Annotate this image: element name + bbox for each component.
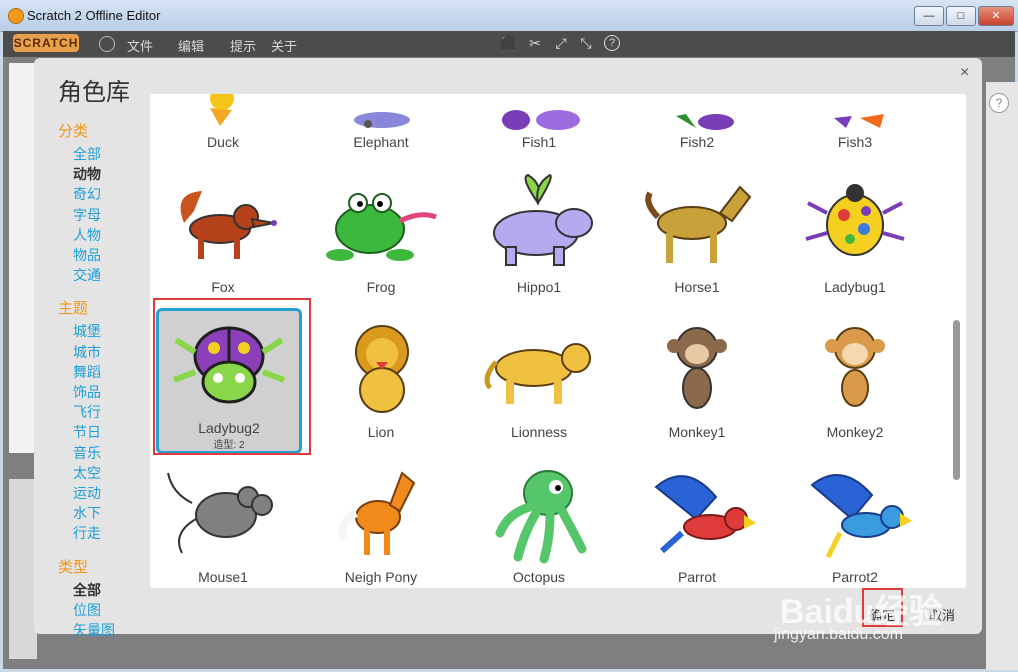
fox-icon xyxy=(180,191,277,259)
sprite-grid-scrollbar[interactable] xyxy=(953,320,960,480)
sprite-name: Fish2 xyxy=(679,134,715,150)
horse-icon xyxy=(645,185,752,263)
sprite-name: Ladybug1 xyxy=(824,279,886,295)
sprite-name: Lion xyxy=(367,424,395,440)
sprite-name: Fish3 xyxy=(837,134,873,150)
sprite-tile-fish1[interactable]: Fish1 xyxy=(466,94,612,170)
maximize-button[interactable]: □ xyxy=(946,6,976,26)
baidu-watermark-url: jingyan.baidu.com xyxy=(774,626,903,643)
sprite-name: Horse1 xyxy=(674,279,720,295)
sprite-tile-ladybug1[interactable]: Ladybug1 xyxy=(782,169,928,315)
sprite-tile-lionness[interactable]: Lionness xyxy=(466,314,612,460)
lion-icon xyxy=(355,325,409,413)
sprite-name: Elephant xyxy=(353,134,409,150)
duplicate-stamp-icon[interactable]: ⬛ xyxy=(500,35,517,51)
sprite-name: Mouse1 xyxy=(198,569,248,585)
window-title: Scratch 2 Offline Editor xyxy=(27,8,161,23)
sprite-tile-fish3[interactable]: Fish3 xyxy=(782,94,928,170)
elephant-icon xyxy=(354,112,410,128)
sprite-panel xyxy=(9,479,37,659)
hippo-icon xyxy=(493,173,593,266)
sprite-tile-monkey2[interactable]: Monkey2 xyxy=(782,314,928,460)
duck-icon xyxy=(210,94,234,126)
filter-type-vector[interactable]: 矢量图 xyxy=(58,620,168,640)
sprite-tile-parrot2[interactable]: Parrot2 xyxy=(782,459,928,588)
menu-about[interactable]: 关于 xyxy=(271,36,297,55)
ladybug-icon xyxy=(805,184,905,256)
sprite-name: Octopus xyxy=(512,569,566,585)
sprite-tile-lion[interactable]: Lion xyxy=(308,314,454,460)
help-icon[interactable]: ? xyxy=(604,35,620,51)
sprite-tile-horse1[interactable]: Horse1 xyxy=(624,169,770,315)
sprite-name: Hippo1 xyxy=(516,279,562,295)
sprite-name: Parrot xyxy=(677,569,717,585)
mouse-icon xyxy=(167,472,273,554)
help-circle-icon[interactable]: ? xyxy=(989,93,1009,113)
monkey-icon xyxy=(825,327,885,407)
sprite-tile-parrot[interactable]: Parrot xyxy=(624,459,770,588)
frog-icon xyxy=(326,193,437,261)
parrot-icon xyxy=(810,474,912,559)
fish-icon xyxy=(676,114,734,130)
window-titlebar: Scratch 2 Offline Editor — □ ✕ xyxy=(0,0,1018,32)
dialog-close-button[interactable]: × xyxy=(960,64,969,82)
scratch-logo[interactable]: SCRATCH xyxy=(13,34,79,52)
minimize-button[interactable]: — xyxy=(914,6,944,26)
sprite-name: Lionness xyxy=(510,424,568,440)
menu-tips[interactable]: 提示 xyxy=(230,36,256,55)
sprite-tile-fish2[interactable]: Fish2 xyxy=(624,94,770,170)
monkey-icon xyxy=(667,327,727,409)
sprite-name: Neigh Pony xyxy=(344,569,418,585)
shrink-icon[interactable]: ⤡ xyxy=(578,35,594,51)
menu-edit[interactable]: 编辑 xyxy=(178,36,204,55)
scratch-cat-icon xyxy=(8,8,24,24)
stage-area xyxy=(9,63,37,453)
fish-icon xyxy=(834,114,884,128)
sprite-tile-octopus[interactable]: Octopus xyxy=(466,459,612,588)
globe-icon[interactable] xyxy=(99,36,115,52)
sprite-name: Duck xyxy=(207,134,239,150)
sprite-tile-neigh-pony[interactable]: Neigh Pony xyxy=(308,459,454,588)
sprite-name: Monkey2 xyxy=(826,424,884,440)
sprite-name: Fish1 xyxy=(521,134,557,150)
sprite-name: Fox xyxy=(211,279,235,295)
octopus-icon xyxy=(495,470,587,564)
lionness-icon xyxy=(484,343,591,404)
menubar: SCRATCH 文件 编辑 提示 关于 ⬛ ✂ ⤢ ⤡ ? xyxy=(3,31,1015,57)
sprite-name: Monkey1 xyxy=(668,424,726,440)
sprite-tile-mouse1[interactable]: Mouse1 xyxy=(150,459,296,588)
delete-scissors-icon[interactable]: ✂ xyxy=(527,35,543,51)
sprite-tile-monkey1[interactable]: Monkey1 xyxy=(624,314,770,460)
highlight-selected-sprite xyxy=(153,298,311,455)
parrot-icon xyxy=(654,475,756,554)
grow-icon[interactable]: ⤢ xyxy=(553,35,569,51)
scripts-area xyxy=(986,82,1018,670)
sprite-tile-frog[interactable]: Frog xyxy=(308,169,454,315)
sprite-tile-duck[interactable]: Duck xyxy=(150,94,296,170)
sprite-tile-elephant[interactable]: Elephant xyxy=(308,94,454,170)
pony-icon xyxy=(338,471,416,555)
dialog-title: 角色库 xyxy=(58,79,130,106)
filter-type-bitmap[interactable]: 位图 xyxy=(58,600,168,620)
close-window-button[interactable]: ✕ xyxy=(978,6,1014,26)
sprite-tile-hippo1[interactable]: Hippo1 xyxy=(466,169,612,315)
sprite-name: Parrot2 xyxy=(832,569,878,585)
fish-icon xyxy=(502,110,580,130)
menu-file[interactable]: 文件 xyxy=(127,36,153,55)
sprite-tile-fox[interactable]: Fox xyxy=(150,169,296,315)
sprite-name: Frog xyxy=(366,279,396,295)
